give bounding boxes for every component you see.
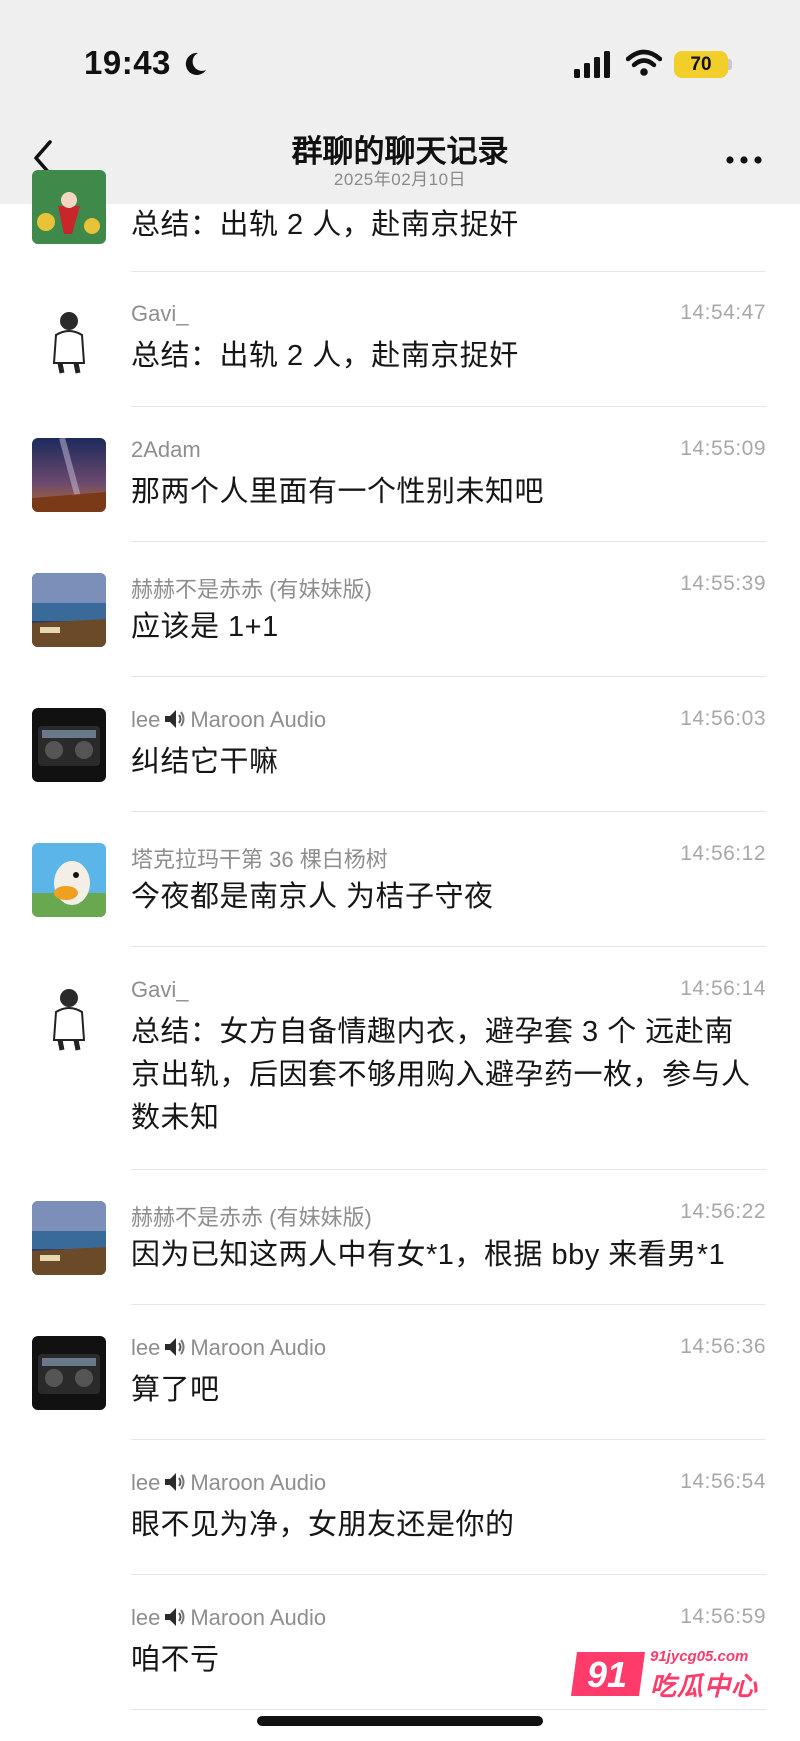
home-indicator[interactable] [257,1716,543,1726]
message-item[interactable]: lee Maroon Audio 14:56:54 眼不见为净，女朋友还是你的 [0,1440,800,1575]
avatar[interactable] [32,843,106,917]
timestamp: 14:56:59 [680,1605,766,1628]
timestamp: 14:54:47 [680,301,766,324]
signal-icon [574,51,610,78]
sender-name: 塔克拉玛干第 36 棵白杨树 [131,847,388,872]
sender-name: 赫赫不是赤赤 (有妹妹版) [131,1205,372,1230]
more-icon[interactable] [716,138,772,178]
divider [131,1709,766,1710]
message-item[interactable]: Gavi_ 14:54:47 总结：出轨 2 人，赴南京捉奸 [0,272,800,407]
speaker-icon [165,1608,185,1626]
sender-name: lee Maroon Audio [131,1605,326,1631]
sender-name-part: Maroon Audio [190,1335,327,1360]
sender-name: lee Maroon Audio [131,707,326,733]
status-bar: 19:43 70 [0,0,800,120]
timestamp: 14:55:09 [680,437,766,460]
message-text: 总结：出轨 2 人，赴南京捉奸 [131,209,519,241]
moon-icon [185,52,206,75]
avatar[interactable] [32,1201,106,1275]
avatar[interactable] [32,1336,106,1410]
message-text: 算了吧 [131,1374,220,1406]
timestamp: 14:56:36 [680,1335,766,1358]
message-text: 总结：出轨 2 人，赴南京捉奸 [131,340,519,372]
battery-icon: 70 [674,51,728,78]
message-text: 纠结它干嘛 [131,746,279,778]
watermark-url: 91jycg05.com [650,1648,749,1665]
battery-cap [728,59,732,70]
message-item[interactable]: lee Maroon Audio 14:56:36 算了吧 [0,1305,800,1440]
timestamp: 14:56:22 [680,1200,766,1223]
sender-name-part: lee [131,1605,161,1630]
avatar[interactable] [32,708,106,782]
sender-name: lee Maroon Audio [131,1470,326,1496]
watermark-logo-icon: 91 [571,1652,645,1696]
avatar[interactable] [32,301,106,375]
watermark-number: 91 [587,1654,627,1695]
speaker-icon [165,710,185,728]
page-subtitle: 2025年02月10日 [333,170,467,189]
message-item[interactable]: Gavi_ 14:56:14 总结：女方自备情趣内衣，避孕套 3 个 远赴南京出… [0,947,800,1170]
avatar[interactable] [32,170,106,244]
sender-name-part: lee [131,1470,161,1495]
speaker-icon [165,1338,185,1356]
sender-name: 赫赫不是赤赤 (有妹妹版) [131,577,372,602]
message-text: 那两个人里面有一个性别未知吧 [131,476,545,508]
watermark-name: 吃瓜中心 [650,1671,759,1701]
message-item[interactable]: 总结：出轨 2 人，赴南京捉奸 [0,170,800,272]
timestamp: 14:56:14 [680,977,766,1000]
message-text: 应该是 1+1 [131,611,279,643]
sender-name: Gavi_ [131,301,189,326]
sender-name: Gavi_ [131,977,189,1002]
message-item[interactable]: 2Adam 14:55:09 那两个人里面有一个性别未知吧 [0,407,800,542]
sender-name-part: lee [131,1335,161,1360]
sender-name-part: Maroon Audio [190,707,327,732]
message-item[interactable]: 塔克拉玛干第 36 棵白杨树 14:56:12 今夜都是南京人 为桔子守夜 [0,812,800,947]
timestamp: 14:55:39 [680,572,766,595]
sender-name-part: Maroon Audio [190,1605,327,1630]
battery-level: 70 [690,54,712,75]
message-item[interactable]: 赫赫不是赤赤 (有妹妹版) 14:55:39 应该是 1+1 [0,542,800,677]
sender-name: lee Maroon Audio [131,1335,326,1361]
sender-name: 2Adam [131,437,201,462]
message-text: 总结：女方自备情趣内衣，避孕套 3 个 远赴南京出轨，后因套不够用购入避孕药一枚… [131,1016,751,1134]
status-time: 19:43 [84,44,171,81]
avatar[interactable] [32,978,106,1052]
avatar[interactable] [32,438,106,512]
speaker-icon [165,1473,185,1491]
message-text: 眼不见为净，女朋友还是你的 [131,1509,515,1541]
message-text: 今夜都是南京人 为桔子守夜 [131,881,494,913]
timestamp: 14:56:03 [680,707,766,730]
message-text: 因为已知这两人中有女*1，根据 bby 来看男*1 [131,1239,726,1271]
avatar[interactable] [32,573,106,647]
nav-bar: 群聊的聊天记录 2025年02月10日 [0,120,800,204]
timestamp: 14:56:54 [680,1470,766,1493]
sender-name-part: lee [131,707,161,732]
wifi-icon [626,49,662,76]
sender-name-part: Maroon Audio [190,1470,327,1495]
message-item[interactable]: lee Maroon Audio 14:56:03 纠结它干嘛 [0,677,800,812]
message-item[interactable]: 赫赫不是赤赤 (有妹妹版) 14:56:22 因为已知这两人中有女*1，根据 b… [0,1170,800,1305]
timestamp: 14:56:12 [680,842,766,865]
